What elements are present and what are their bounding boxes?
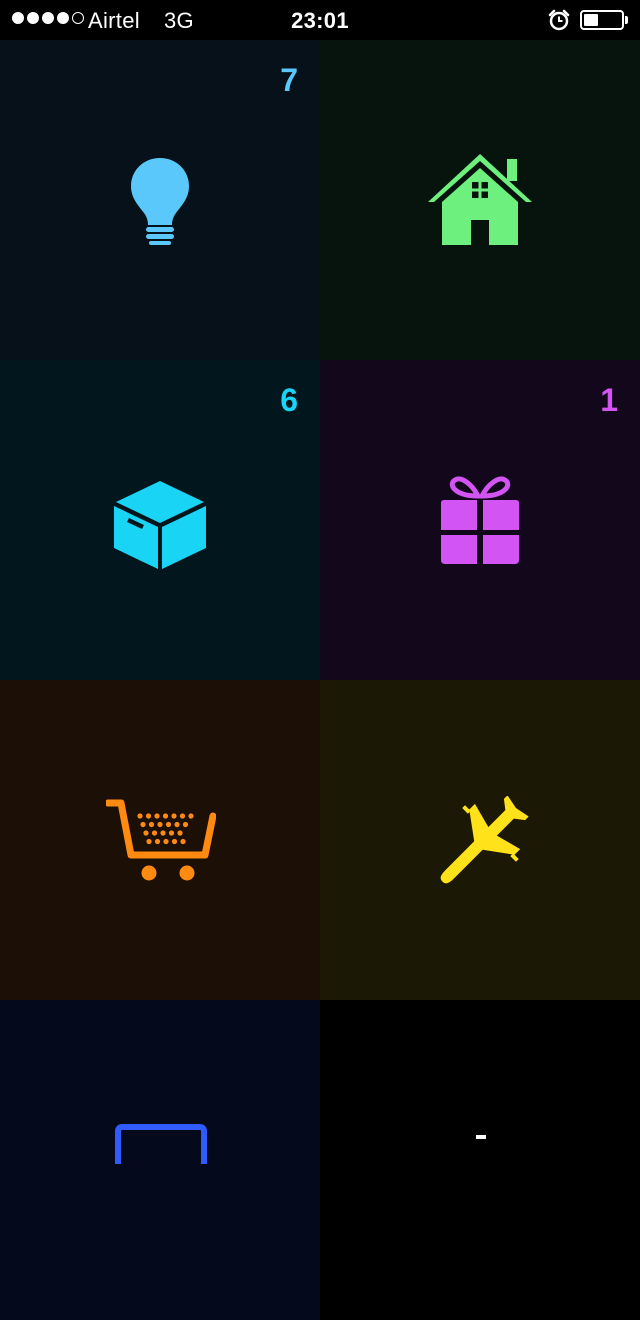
tile-badge: 1 (600, 382, 618, 418)
tile-home[interactable] (320, 40, 640, 360)
cart-basket-dot (154, 813, 160, 819)
cart-basket-dot (162, 813, 169, 819)
cart-basket-dot (140, 821, 146, 828)
gift-icon (441, 476, 519, 564)
cart-basket-dot (165, 821, 172, 828)
tile-gift[interactable]: 1 (320, 360, 640, 680)
cart-basket-dot (145, 813, 152, 819)
cart-basket-dot (137, 813, 143, 819)
cart-basket-dot (177, 830, 183, 836)
cart-basket-dot (148, 821, 155, 828)
tile-badge: 7 (280, 62, 298, 98)
house-icon (428, 154, 532, 245)
battery-level (584, 14, 599, 26)
battery-tip (625, 16, 628, 24)
signal-dot (12, 12, 24, 24)
cart-basket-dot (143, 830, 149, 836)
tile-monitor[interactable] (0, 1000, 320, 1320)
box-icon (114, 481, 206, 569)
signal-dot (72, 12, 84, 24)
lightbulb-icon (131, 158, 189, 245)
cart-basket-dot (160, 830, 166, 836)
shopping-cart-icon (106, 799, 216, 881)
cart-basket-dot (179, 813, 186, 819)
signal-dot (57, 12, 69, 24)
cart-basket-dot (163, 838, 169, 845)
alarm-clock-icon (548, 9, 570, 31)
signal-dot (27, 12, 39, 24)
cart-basket-dot (154, 838, 161, 845)
unknown-icon (476, 1135, 486, 1139)
tile-unknown[interactable] (320, 1000, 640, 1320)
airplane-icon (440, 796, 529, 884)
cart-basket-dot (171, 838, 178, 845)
tile-badge: 6 (280, 382, 298, 418)
monitor-icon (115, 1124, 207, 1164)
status-bar: Airtel 3G 23:01 (0, 0, 640, 40)
carrier-name: Airtel (88, 8, 140, 33)
tile-box[interactable]: 6 (0, 360, 320, 680)
cart-basket-dot (146, 838, 152, 845)
tile-shopping-cart[interactable] (0, 680, 320, 1000)
tile-airplane[interactable] (320, 680, 640, 1000)
cart-basket-dot (180, 838, 186, 845)
network-type: 3G (164, 8, 194, 33)
category-grid: 7 6 1 (0, 40, 640, 1320)
cart-basket-dot (188, 813, 194, 819)
cart-basket-dot (174, 821, 180, 828)
signal-dot (42, 12, 54, 24)
cart-basket-dot (157, 821, 163, 828)
cart-basket-dot (168, 830, 175, 836)
battery-icon (580, 10, 624, 30)
tile-lightbulb[interactable]: 7 (0, 40, 320, 360)
cart-basket-dot (151, 830, 158, 836)
signal-strength-indicator (12, 12, 84, 24)
cart-basket-dot (182, 821, 189, 828)
cart-basket-dot (171, 813, 177, 819)
